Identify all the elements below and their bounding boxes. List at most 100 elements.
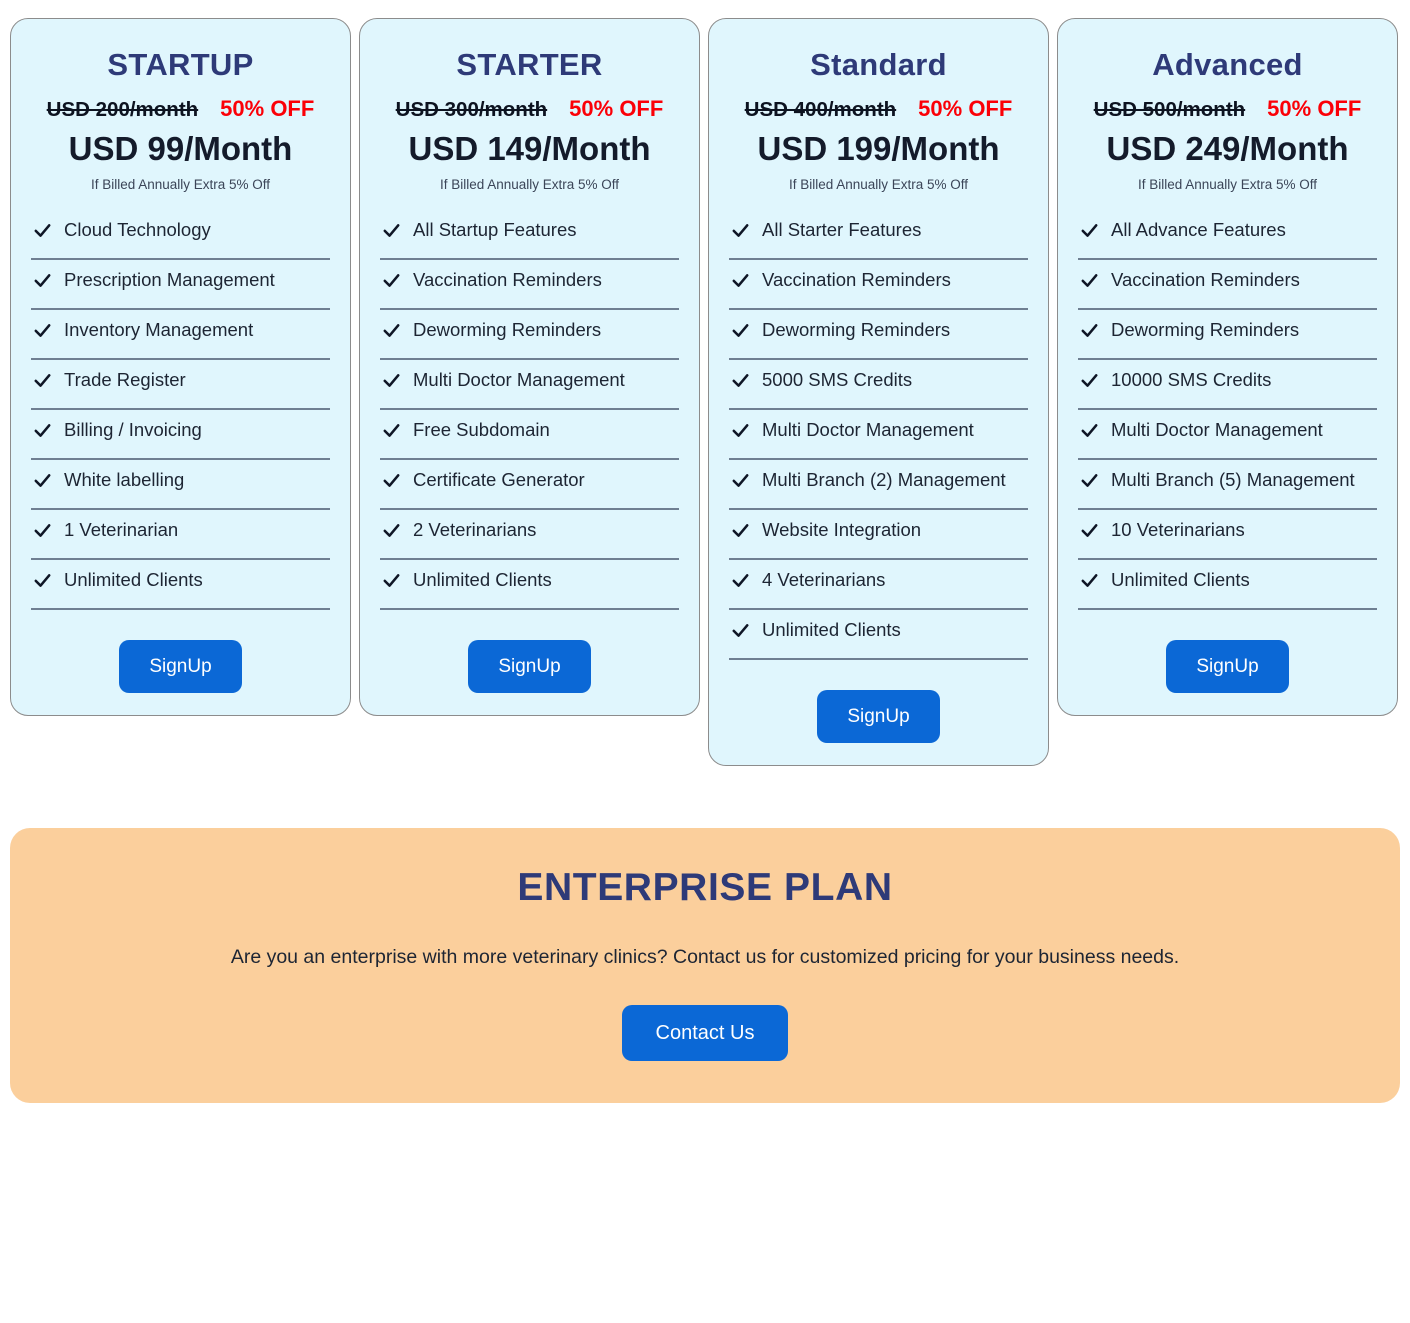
signup-button[interactable]: SignUp xyxy=(1166,639,1289,693)
plan-discount-badge: 50% OFF xyxy=(569,95,664,121)
plan-old-price: USD 300/month xyxy=(395,97,548,121)
check-icon xyxy=(731,321,750,340)
plan-current-price: USD 199/Month xyxy=(757,129,1000,167)
enterprise-plan-banner: ENTERPRISE PLAN Are you an enterprise wi… xyxy=(10,827,1400,1103)
check-icon xyxy=(1080,571,1099,590)
plan-feature-label: Certificate Generator xyxy=(413,469,585,491)
plan-feature-item: All Startup Features xyxy=(380,210,679,260)
check-icon xyxy=(731,621,750,640)
check-icon xyxy=(382,521,401,540)
plan-feature-label: Free Subdomain xyxy=(413,419,550,441)
plan-feature-label: Website Integration xyxy=(762,519,922,541)
check-icon xyxy=(1080,371,1099,390)
plan-feature-item: 2 Veterinarians xyxy=(380,510,679,560)
signup-button-wrapper: SignUp xyxy=(729,689,1028,743)
plan-feature-item: Unlimited Clients xyxy=(729,610,1028,660)
check-icon xyxy=(1080,271,1099,290)
plan-feature-item: 4 Veterinarians xyxy=(729,560,1028,610)
check-icon xyxy=(33,271,52,290)
plan-feature-label: Trade Register xyxy=(64,369,186,391)
check-icon xyxy=(382,371,401,390)
check-icon xyxy=(33,371,52,390)
plan-feature-item: Billing / Invoicing xyxy=(31,410,330,460)
plan-current-price: USD 249/Month xyxy=(1106,129,1349,167)
plan-feature-item: All Starter Features xyxy=(729,210,1028,260)
signup-button-wrapper: SignUp xyxy=(380,639,679,693)
plan-feature-item: Unlimited Clients xyxy=(31,560,330,610)
plan-feature-item: 10 Veterinarians xyxy=(1078,510,1377,560)
check-icon xyxy=(731,571,750,590)
check-icon xyxy=(731,521,750,540)
signup-button[interactable]: SignUp xyxy=(468,639,591,693)
pricing-cards-row: STARTUP USD 200/month 50% OFF USD 99/Month I… xyxy=(10,18,1400,766)
plan-feature-label: Inventory Management xyxy=(64,319,254,341)
plan-feature-item: Unlimited Clients xyxy=(380,560,679,610)
plan-feature-label: 10 Veterinarians xyxy=(1111,519,1245,541)
signup-button[interactable]: SignUp xyxy=(119,639,242,693)
plan-feature-list: All Startup Features Vaccination Reminder… xyxy=(380,210,679,610)
plan-billing-note: If Billed Annually Extra 5% Off xyxy=(1137,176,1318,192)
plan-discount-badge: 50% OFF xyxy=(220,95,315,121)
check-icon xyxy=(1080,221,1099,240)
check-icon xyxy=(382,271,401,290)
plan-billing-note: If Billed Annually Extra 5% Off xyxy=(788,176,969,192)
plan-feature-item: Certificate Generator xyxy=(380,460,679,510)
check-icon xyxy=(33,521,52,540)
plan-feature-label: Multi Doctor Management xyxy=(762,419,974,441)
check-icon xyxy=(382,421,401,440)
plan-feature-label: 4 Veterinarians xyxy=(762,569,886,591)
check-icon xyxy=(731,271,750,290)
plan-billing-note: If Billed Annually Extra 5% Off xyxy=(90,176,271,192)
plan-feature-item: Inventory Management xyxy=(31,310,330,360)
plan-feature-item: All Advance Features xyxy=(1078,210,1377,260)
plan-price-row: USD 500/month 50% OFF xyxy=(1078,96,1377,122)
plan-feature-item: Multi Doctor Management xyxy=(380,360,679,410)
plan-price-row: USD 400/month 50% OFF xyxy=(729,96,1028,122)
check-icon xyxy=(731,421,750,440)
check-icon xyxy=(33,471,52,490)
signup-button[interactable]: SignUp xyxy=(817,689,940,743)
plan-feature-list: All Starter Features Vaccination Reminder… xyxy=(729,210,1028,660)
plan-feature-item: White labelling xyxy=(31,460,330,510)
plan-feature-label: Multi Branch (5) Management xyxy=(1111,469,1355,491)
plan-title: Advanced xyxy=(1152,47,1303,82)
plan-feature-label: 1 Veterinarian xyxy=(64,519,179,541)
plan-feature-item: 1 Veterinarian xyxy=(31,510,330,560)
plan-feature-label: Unlimited Clients xyxy=(1111,569,1250,591)
plan-feature-label: Vaccination Reminders xyxy=(413,269,602,291)
plan-feature-label: Unlimited Clients xyxy=(413,569,552,591)
enterprise-title: ENTERPRISE PLAN xyxy=(517,865,893,909)
plan-feature-label: Multi Doctor Management xyxy=(1111,419,1323,441)
plan-old-price: USD 500/month xyxy=(1093,97,1246,121)
check-icon xyxy=(731,471,750,490)
contact-button-wrapper: Contact Us xyxy=(40,1004,1370,1061)
check-icon xyxy=(33,571,52,590)
plan-feature-item: Trade Register xyxy=(31,360,330,410)
plan-feature-label: 2 Veterinarians xyxy=(413,519,537,541)
plan-discount-badge: 50% OFF xyxy=(1267,95,1362,121)
check-icon xyxy=(731,371,750,390)
plan-title: STARTUP xyxy=(107,47,254,82)
plan-title: Standard xyxy=(810,47,947,82)
plan-feature-item: Vaccination Reminders xyxy=(729,260,1028,310)
plan-feature-label: Billing / Invoicing xyxy=(64,419,202,441)
check-icon xyxy=(1080,471,1099,490)
check-icon xyxy=(382,571,401,590)
plan-feature-label: Deworming Reminders xyxy=(413,319,602,341)
plan-feature-list: All Advance Features Vaccination Reminder… xyxy=(1078,210,1377,610)
plan-feature-item: 5000 SMS Credits xyxy=(729,360,1028,410)
plan-current-price: USD 149/Month xyxy=(408,129,651,167)
plan-card: STARTER USD 300/month 50% OFF USD 149/Month… xyxy=(359,18,700,716)
plan-price-row: USD 300/month 50% OFF xyxy=(380,96,679,122)
plan-feature-item: Vaccination Reminders xyxy=(380,260,679,310)
plan-feature-item: Cloud Technology xyxy=(31,210,330,260)
plan-card: Standard USD 400/month 50% OFF USD 199/Mont… xyxy=(708,18,1049,766)
plan-feature-item: Unlimited Clients xyxy=(1078,560,1377,610)
plan-feature-item: Free Subdomain xyxy=(380,410,679,460)
plan-feature-item: Multi Doctor Management xyxy=(1078,410,1377,460)
plan-feature-label: 10000 SMS Credits xyxy=(1111,369,1272,391)
plan-feature-item: Prescription Management xyxy=(31,260,330,310)
plan-feature-label: Vaccination Reminders xyxy=(762,269,951,291)
contact-us-button[interactable]: Contact Us xyxy=(621,1004,789,1061)
plan-feature-item: Deworming Reminders xyxy=(380,310,679,360)
